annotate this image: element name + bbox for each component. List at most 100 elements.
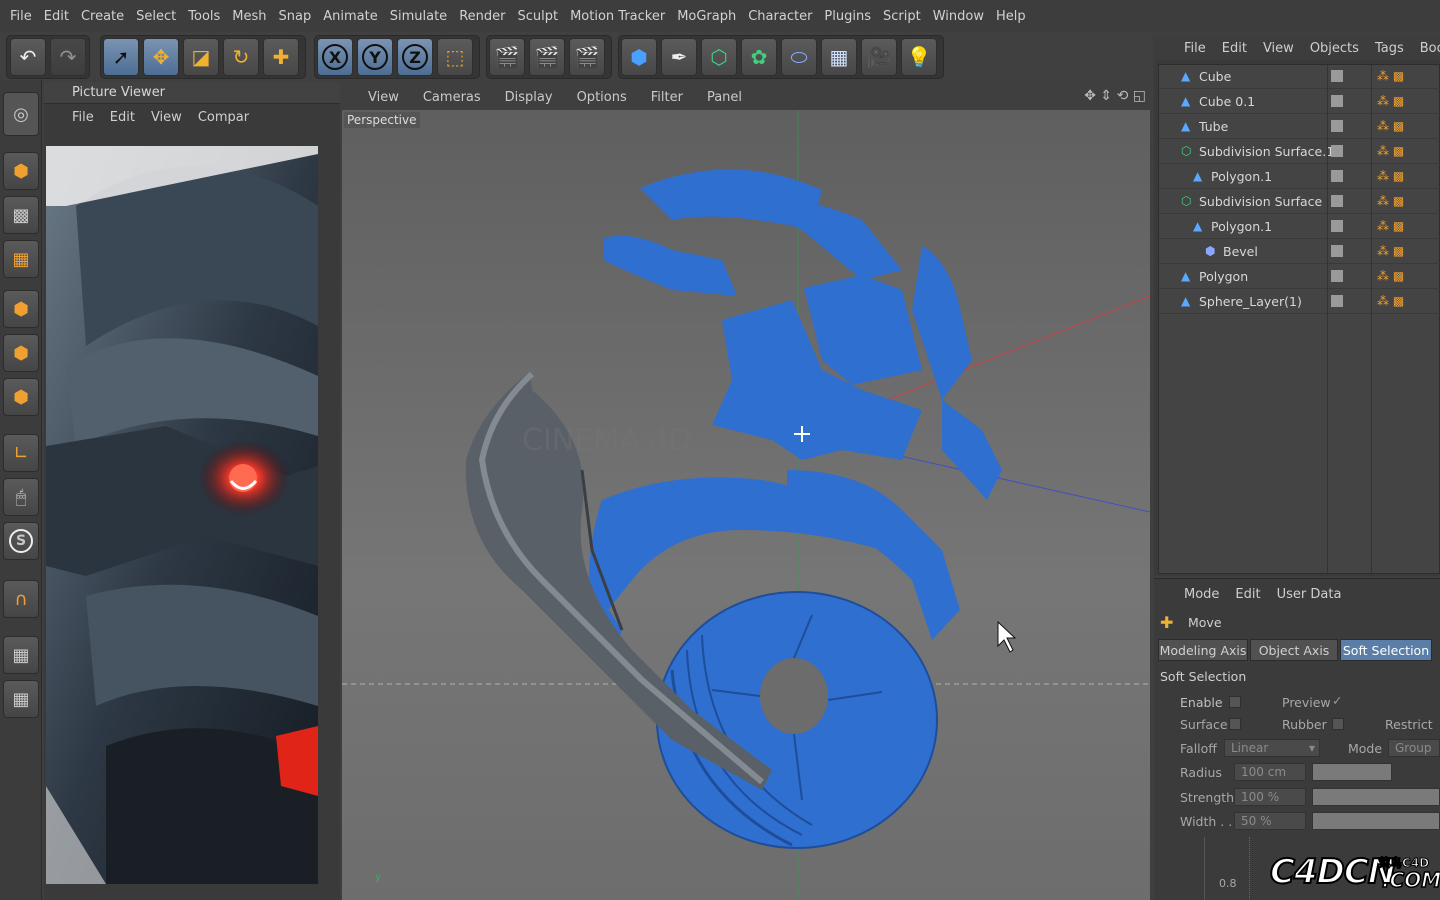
- polygons-mode-button[interactable]: ⬢: [3, 378, 39, 416]
- om-menu-file[interactable]: File: [1184, 41, 1206, 56]
- visibility-toggle[interactable]: [1331, 120, 1343, 132]
- viewport-menu-panel[interactable]: Panel: [707, 90, 742, 105]
- workplane-lock-button[interactable]: ▦: [3, 636, 39, 674]
- viewport-menu-display[interactable]: Display: [505, 90, 553, 105]
- pan-icon[interactable]: ✥: [1084, 88, 1096, 104]
- tag-icons[interactable]: ⁂ ▩: [1377, 119, 1404, 133]
- x-axis-lock-button[interactable]: X: [317, 38, 353, 76]
- menu-edit[interactable]: Edit: [38, 9, 75, 24]
- am-menu-edit[interactable]: Edit: [1235, 587, 1260, 602]
- object-row[interactable]: ▲ Cube 0.1 ⁂ ▩: [1159, 90, 1440, 114]
- preview-check-icon[interactable]: ✓: [1332, 693, 1342, 708]
- om-menu-objects[interactable]: Objects: [1310, 41, 1359, 56]
- zoom-icon[interactable]: ⇕: [1100, 88, 1112, 104]
- add-deformer-button[interactable]: ⬭: [781, 38, 817, 76]
- pv-menu-compar[interactable]: Compar: [198, 110, 249, 125]
- object-row[interactable]: ▲ Tube ⁂ ▩: [1159, 115, 1440, 139]
- add-light-button[interactable]: 💡: [901, 38, 937, 76]
- strength-field[interactable]: 100 %: [1234, 788, 1306, 806]
- om-menu-view[interactable]: View: [1263, 41, 1294, 56]
- visibility-toggle[interactable]: [1331, 295, 1343, 307]
- recent-tool-button[interactable]: ✚: [263, 38, 299, 76]
- add-array-button[interactable]: ✿: [741, 38, 777, 76]
- render-settings-button[interactable]: 🎬: [569, 38, 605, 76]
- render-picture-viewer-button[interactable]: 🎬: [529, 38, 565, 76]
- tag-icons[interactable]: ⁂ ▩: [1377, 144, 1404, 158]
- falloff-dropdown[interactable]: Linear ▾: [1224, 739, 1320, 757]
- texture-mode-button[interactable]: ▩: [3, 196, 39, 234]
- coordinate-system-button[interactable]: ⬚: [437, 38, 473, 76]
- move-tool-button[interactable]: ✥: [143, 38, 179, 76]
- edges-mode-button[interactable]: ⬢: [3, 334, 39, 372]
- tweak-mode-button[interactable]: 🖱: [3, 478, 39, 516]
- enable-checkbox[interactable]: [1229, 696, 1241, 708]
- rubber-checkbox[interactable]: [1332, 718, 1344, 730]
- menu-mograph[interactable]: MoGraph: [671, 9, 742, 24]
- menu-sculpt[interactable]: Sculpt: [511, 9, 564, 24]
- surface-checkbox[interactable]: [1229, 718, 1241, 730]
- 3d-viewport[interactable]: View Cameras Display Options Filter Panel: [342, 84, 1150, 900]
- render-view-button[interactable]: 🎬: [489, 38, 525, 76]
- object-row[interactable]: ⬡ Subdivision Surface.1 ⁂ ▩: [1159, 140, 1440, 164]
- menu-character[interactable]: Character: [742, 9, 818, 24]
- object-row[interactable]: ▲ Cube ⁂ ▩: [1159, 65, 1440, 89]
- object-row[interactable]: ⬢ Bevel ⁂ ▩: [1159, 240, 1440, 264]
- om-menu-tags[interactable]: Tags: [1375, 41, 1404, 56]
- visibility-toggle[interactable]: [1331, 245, 1343, 257]
- menu-plugins[interactable]: Plugins: [818, 9, 877, 24]
- om-menu-book[interactable]: Book: [1420, 41, 1440, 56]
- undo-button[interactable]: ↶: [10, 38, 46, 76]
- add-spline-button[interactable]: ✒: [661, 38, 697, 76]
- am-menu-user-data[interactable]: User Data: [1277, 587, 1342, 602]
- menu-animate[interactable]: Animate: [317, 9, 383, 24]
- radius-slider[interactable]: [1312, 763, 1392, 781]
- tab-modeling-axis[interactable]: Modeling Axis: [1158, 639, 1248, 661]
- live-selection-button[interactable]: ➚: [103, 38, 139, 76]
- menu-select[interactable]: Select: [130, 9, 182, 24]
- viewport-canvas[interactable]: CINEMA 4D y Perspective: [342, 110, 1150, 900]
- menu-create[interactable]: Create: [75, 9, 130, 24]
- object-row[interactable]: ▲ Polygon.1 ⁂ ▩: [1159, 165, 1440, 189]
- width-field[interactable]: 50 %: [1234, 812, 1306, 830]
- z-axis-lock-button[interactable]: Z: [397, 38, 433, 76]
- visibility-toggle[interactable]: [1331, 220, 1343, 232]
- viewport-menu-cameras[interactable]: Cameras: [423, 90, 481, 105]
- add-subdivision-button[interactable]: ⬡: [701, 38, 737, 76]
- menu-window[interactable]: Window: [927, 9, 990, 24]
- y-axis-lock-button[interactable]: Y: [357, 38, 393, 76]
- tag-icons[interactable]: ⁂ ▩: [1377, 269, 1404, 283]
- viewport-menu-view[interactable]: View: [368, 90, 399, 105]
- tag-icons[interactable]: ⁂ ▩: [1377, 194, 1404, 208]
- menu-help[interactable]: Help: [990, 9, 1032, 24]
- redo-button[interactable]: ↷: [50, 38, 86, 76]
- viewport-menu-options[interactable]: Options: [577, 90, 627, 105]
- planar-workplane-button[interactable]: ▦: [3, 680, 39, 718]
- pv-menu-view[interactable]: View: [151, 110, 182, 125]
- viewport-nav-icons[interactable]: ✥ ⇕ ⟲ ◱: [1084, 88, 1146, 104]
- make-editable-button[interactable]: ◎: [3, 92, 39, 136]
- menu-mesh[interactable]: Mesh: [226, 9, 272, 24]
- rotate-tool-button[interactable]: ↻: [223, 38, 259, 76]
- pv-menu-file[interactable]: File: [72, 110, 94, 125]
- add-cube-button[interactable]: ⬢: [621, 38, 657, 76]
- visibility-toggle[interactable]: [1331, 145, 1343, 157]
- points-mode-button[interactable]: ⬢: [3, 290, 39, 328]
- menu-motion-tracker[interactable]: Motion Tracker: [564, 9, 671, 24]
- maximize-icon[interactable]: ◱: [1133, 88, 1146, 104]
- object-row[interactable]: ▲ Polygon.1 ⁂ ▩: [1159, 215, 1440, 239]
- pv-menu-edit[interactable]: Edit: [110, 110, 135, 125]
- solo-button[interactable]: S: [3, 522, 39, 560]
- visibility-toggle[interactable]: [1331, 95, 1343, 107]
- model-mode-button[interactable]: ⬢: [3, 152, 39, 190]
- workplane-mode-button[interactable]: ▦: [3, 240, 39, 278]
- object-row[interactable]: ▲ Sphere_Layer(1) ⁂ ▩: [1159, 290, 1440, 314]
- menu-render[interactable]: Render: [453, 9, 511, 24]
- tag-icons[interactable]: ⁂ ▩: [1377, 169, 1404, 183]
- radius-field[interactable]: 100 cm: [1234, 763, 1306, 781]
- strength-slider[interactable]: [1312, 788, 1440, 806]
- tag-icons[interactable]: ⁂ ▩: [1377, 244, 1404, 258]
- am-menu-mode[interactable]: Mode: [1184, 587, 1219, 602]
- object-row[interactable]: ▲ Polygon ⁂ ▩: [1159, 265, 1440, 289]
- visibility-toggle[interactable]: [1331, 270, 1343, 282]
- width-slider[interactable]: [1312, 812, 1440, 830]
